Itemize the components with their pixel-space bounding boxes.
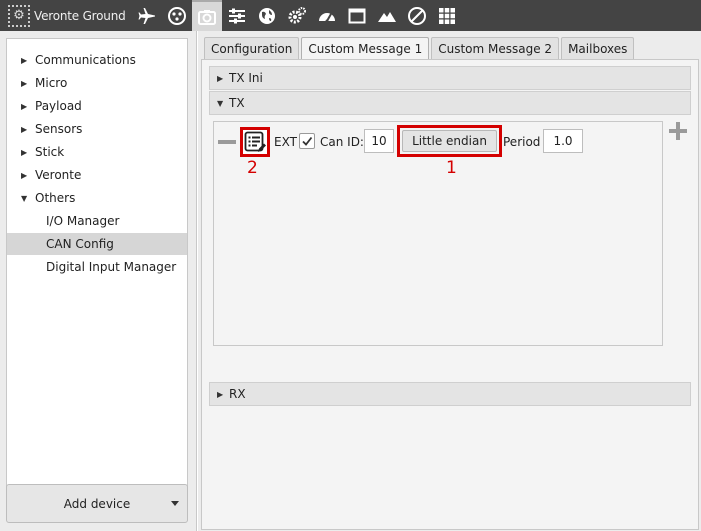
section-label: TX — [229, 96, 245, 110]
dots-circle-icon[interactable] — [162, 0, 192, 31]
expand-arrow-icon: ▶ — [217, 73, 224, 83]
tree-item-label: Digital Input Manager — [46, 260, 177, 274]
mountain-icon[interactable] — [372, 0, 402, 31]
can-id-label: Can ID: — [320, 135, 364, 149]
section-tx-ini[interactable]: ▶ TX Ini — [209, 66, 691, 90]
tab-content: ▶ TX Ini ▼ TX EXT Can ID: 10 Little endi… — [201, 59, 699, 530]
endian-highlight: Little endian — [397, 125, 502, 157]
tree-item-payload[interactable]: ▶ Payload — [7, 95, 187, 117]
expand-arrow-icon[interactable]: ▶ — [21, 171, 31, 180]
window-icon[interactable] — [342, 0, 372, 31]
annotation-2: 2 — [247, 158, 258, 178]
tree-item-label: Communications — [35, 53, 136, 67]
tree-item-others[interactable]: ▼ Others — [7, 187, 187, 209]
tree-item-digital-input-manager[interactable]: Digital Input Manager — [7, 256, 187, 278]
gears-icon[interactable] — [282, 0, 312, 31]
tab-bar: Configuration Custom Message 1 Custom Me… — [204, 37, 636, 59]
collapse-arrow-icon[interactable]: ▼ — [21, 194, 31, 203]
period-label: Period — [503, 135, 541, 149]
no-entry-icon[interactable] — [402, 0, 432, 31]
ext-checkbox[interactable] — [299, 133, 315, 149]
tx-message-box: EXT Can ID: 10 Little endian Period 1.0 … — [213, 121, 663, 346]
tree-item-veronte[interactable]: ▶ Veronte — [7, 164, 187, 186]
globe-icon[interactable] — [252, 0, 282, 31]
app-logo-icon: ⚙ — [8, 4, 30, 27]
expand-arrow-icon[interactable]: ▶ — [21, 79, 31, 88]
add-device-label: Add device — [63, 496, 131, 511]
tree-item-label: Payload — [35, 99, 82, 113]
expand-arrow-icon[interactable]: ▶ — [21, 148, 31, 157]
tree-item-label: Sensors — [35, 122, 83, 136]
tree-item-label: Veronte — [35, 168, 82, 182]
checkmark-icon — [302, 136, 313, 146]
top-toolbar: ⚙ Veronte Ground — [0, 0, 701, 31]
tree-item-label: Stick — [35, 145, 65, 159]
collapse-arrow-icon: ▼ — [217, 98, 224, 108]
annotation-1: 1 — [446, 158, 457, 178]
tree-item-label: Micro — [35, 76, 68, 90]
tree-item-communications[interactable]: ▶ Communications — [7, 49, 187, 71]
grid-icon[interactable] — [432, 0, 462, 31]
device-tree: ▶ Communications ▶ Micro ▶ Payload ▶ Sen… — [6, 38, 188, 510]
tree-item-stick[interactable]: ▶ Stick — [7, 141, 187, 163]
remove-row-icon[interactable] — [218, 140, 236, 144]
tab-custom-message-2[interactable]: Custom Message 2 — [431, 37, 560, 59]
tree-item-can-config[interactable]: CAN Config — [7, 233, 187, 255]
tab-custom-message-1[interactable]: Custom Message 1 — [301, 37, 430, 59]
ext-label: EXT — [274, 135, 297, 149]
tab-mailboxes[interactable]: Mailboxes — [561, 37, 635, 59]
expand-arrow-icon[interactable]: ▶ — [21, 56, 31, 65]
camera-icon[interactable] — [191, 0, 222, 31]
tree-item-label: Others — [35, 191, 76, 205]
tree-item-label: I/O Manager — [46, 214, 120, 228]
sliders-icon[interactable] — [222, 0, 252, 31]
section-label: TX Ini — [229, 71, 263, 85]
section-rx[interactable]: ▶ RX — [209, 382, 691, 406]
tree-item-sensors[interactable]: ▶ Sensors — [7, 118, 187, 140]
tree-item-label: CAN Config — [46, 237, 114, 251]
add-device-button[interactable]: Add device — [6, 484, 188, 523]
tree-item-micro[interactable]: ▶ Micro — [7, 72, 187, 94]
app-title: Veronte Ground — [34, 8, 126, 23]
add-row-icon[interactable] — [669, 122, 687, 140]
section-tx[interactable]: ▼ TX — [209, 91, 691, 115]
endian-button[interactable]: Little endian — [402, 130, 497, 152]
dropdown-caret-icon[interactable] — [171, 501, 179, 506]
left-panel: ▶ Communications ▶ Micro ▶ Payload ▶ Sen… — [0, 31, 197, 531]
right-panel: Configuration Custom Message 1 Custom Me… — [198, 31, 701, 531]
section-label: RX — [229, 387, 246, 401]
gauge-icon[interactable] — [312, 0, 342, 31]
expand-arrow-icon[interactable]: ▶ — [21, 125, 31, 134]
airplane-icon[interactable] — [132, 0, 162, 31]
can-id-field[interactable]: 10 — [364, 129, 394, 153]
edit-list-icon[interactable] — [240, 127, 270, 157]
tab-configuration[interactable]: Configuration — [204, 37, 300, 59]
tree-item-io-manager[interactable]: I/O Manager — [7, 210, 187, 232]
expand-arrow-icon[interactable]: ▶ — [21, 102, 31, 111]
expand-arrow-icon: ▶ — [217, 389, 224, 399]
period-field[interactable]: 1.0 — [543, 129, 583, 153]
